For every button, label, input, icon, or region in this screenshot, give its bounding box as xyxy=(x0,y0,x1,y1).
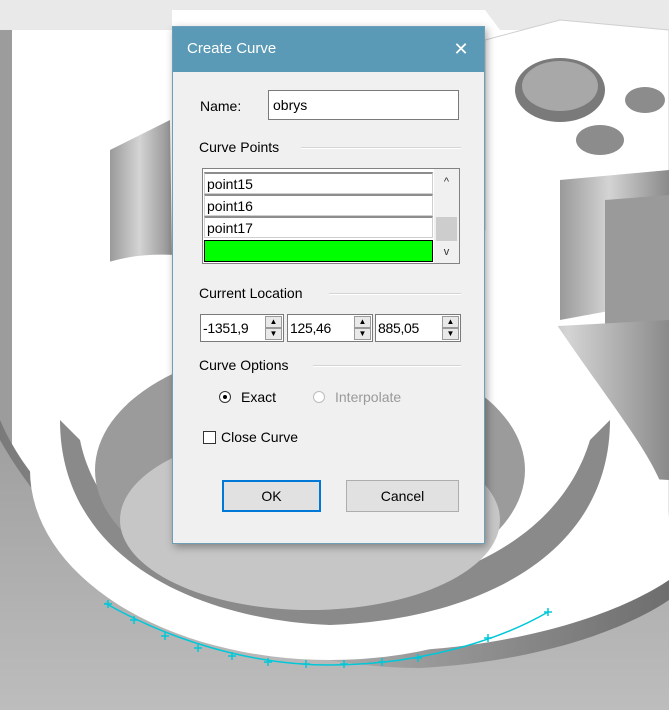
curve-options-label: Curve Options xyxy=(199,357,289,373)
list-item[interactable]: point15 xyxy=(204,172,433,194)
curve-points-list[interactable]: point15 point16 point17 ^ v xyxy=(202,168,460,264)
create-curve-dialog: Create Curve ✕ Name: obrys Curve Points … xyxy=(172,26,485,544)
spin-up-icon[interactable]: ▲ xyxy=(354,316,371,328)
list-item-selected[interactable] xyxy=(204,240,433,262)
interpolate-label: Interpolate xyxy=(335,389,402,405)
interpolate-radio[interactable] xyxy=(313,391,325,403)
name-value: obrys xyxy=(273,97,308,113)
spin-down-icon[interactable]: ▼ xyxy=(442,328,459,340)
location-z-spinner[interactable]: 885,05 ▲ ▼ xyxy=(375,314,461,342)
name-input[interactable]: obrys xyxy=(268,90,459,120)
curve-points-label: Curve Points xyxy=(199,139,280,155)
close-curve-label: Close Curve xyxy=(221,429,299,445)
scroll-down-icon[interactable]: v xyxy=(434,242,459,262)
location-x-spinner[interactable]: -1351,9 ▲ ▼ xyxy=(200,314,284,342)
location-y-value: 125,46 xyxy=(290,320,332,336)
list-scrollbar[interactable]: ^ v xyxy=(434,169,459,263)
spin-down-icon[interactable]: ▼ xyxy=(265,328,282,340)
exact-radio[interactable] xyxy=(219,391,231,403)
location-x-value: -1351,9 xyxy=(203,320,249,336)
cancel-button[interactable]: Cancel xyxy=(346,480,459,512)
exact-label: Exact xyxy=(241,389,277,405)
location-y-spinner[interactable]: 125,46 ▲ ▼ xyxy=(287,314,373,342)
scroll-up-icon[interactable]: ^ xyxy=(434,172,459,192)
close-curve-checkbox[interactable] xyxy=(203,431,216,444)
model-hole xyxy=(625,87,665,113)
name-label: Name: xyxy=(200,98,242,114)
divider xyxy=(313,365,461,367)
list-item[interactable]: point16 xyxy=(204,194,433,216)
list-item[interactable]: point17 xyxy=(204,216,433,238)
scrollbar-thumb[interactable] xyxy=(436,217,457,241)
model-hole xyxy=(576,125,624,155)
spin-up-icon[interactable]: ▲ xyxy=(442,316,459,328)
dialog-title: Create Curve xyxy=(187,40,277,57)
divider xyxy=(329,293,461,295)
model-hole-inner xyxy=(522,61,598,111)
spin-up-icon[interactable]: ▲ xyxy=(265,316,282,328)
close-icon[interactable]: ✕ xyxy=(438,27,484,72)
ok-button[interactable]: OK xyxy=(222,480,321,512)
divider xyxy=(301,147,461,149)
location-z-value: 885,05 xyxy=(378,320,420,336)
current-location-label: Current Location xyxy=(199,285,303,301)
spin-down-icon[interactable]: ▼ xyxy=(354,328,371,340)
dialog-titlebar[interactable]: Create Curve ✕ xyxy=(173,27,484,72)
